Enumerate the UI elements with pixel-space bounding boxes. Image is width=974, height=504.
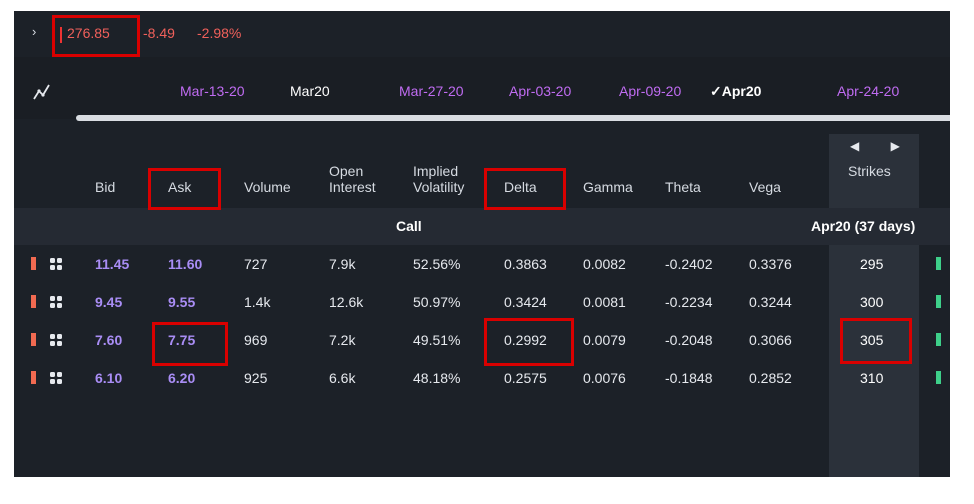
bid-cell[interactable]: 9.45 bbox=[95, 294, 122, 310]
expiry-tab-apr-24-20[interactable]: Apr-24-20 bbox=[837, 83, 899, 99]
header-theta[interactable]: Theta bbox=[665, 179, 701, 195]
header-open-interest-line2[interactable]: Interest bbox=[329, 179, 376, 195]
expiration-selector: Mar-13-20 Mar20 Mar-27-20 Apr-03-20 Apr-… bbox=[14, 57, 950, 119]
ask-cell[interactable]: 6.20 bbox=[168, 370, 195, 386]
grid-dots-icon[interactable] bbox=[49, 371, 63, 385]
theta-cell: -0.2402 bbox=[665, 256, 713, 272]
header-bid[interactable]: Bid bbox=[95, 179, 115, 195]
theta-cell: -0.2234 bbox=[665, 294, 713, 310]
strike-cell: 295 bbox=[860, 256, 884, 272]
expiry-tab-mar20[interactable]: Mar20 bbox=[290, 83, 330, 99]
ask-cell[interactable]: 11.60 bbox=[168, 256, 202, 272]
open-interest-cell: 7.2k bbox=[329, 332, 356, 348]
gamma-cell: 0.0081 bbox=[583, 294, 626, 310]
theta-cell: -0.2048 bbox=[665, 332, 713, 348]
header-iv-line1[interactable]: Implied bbox=[413, 163, 458, 179]
quote-divider bbox=[60, 27, 62, 43]
call-label: Call bbox=[396, 218, 422, 234]
strike-cell: 300 bbox=[860, 294, 884, 310]
iv-cell: 50.97% bbox=[413, 294, 461, 310]
volume-cell: 969 bbox=[244, 332, 268, 348]
buy-indicator[interactable] bbox=[936, 295, 941, 308]
theta-cell: -0.1848 bbox=[665, 370, 713, 386]
volume-cell: 727 bbox=[244, 256, 268, 272]
bid-cell[interactable]: 7.60 bbox=[95, 332, 122, 348]
header-ask[interactable]: Ask bbox=[168, 179, 191, 195]
price-change-percent: -2.98% bbox=[197, 25, 242, 41]
gamma-cell: 0.0082 bbox=[583, 256, 626, 272]
call-section-header: Call Apr20 (37 days) bbox=[14, 208, 950, 245]
header-gamma[interactable]: Gamma bbox=[583, 179, 633, 195]
expiry-scrollbar[interactable] bbox=[76, 115, 950, 121]
bid-cell[interactable]: 11.45 bbox=[95, 256, 129, 272]
column-header-row: Bid Ask Volume Open Interest Implied Vol… bbox=[14, 135, 950, 208]
sell-indicator[interactable] bbox=[31, 333, 36, 346]
grid-dots-icon[interactable] bbox=[49, 257, 63, 271]
iv-cell: 52.56% bbox=[413, 256, 461, 272]
header-iv-line2[interactable]: Volatility bbox=[413, 179, 464, 195]
strike-cell: 310 bbox=[860, 370, 884, 386]
ask-cell[interactable]: 9.55 bbox=[168, 294, 195, 310]
expiry-tab-apr20[interactable]: ✓Apr20 bbox=[710, 83, 761, 100]
buy-indicator[interactable] bbox=[936, 333, 941, 346]
bid-cell[interactable]: 6.10 bbox=[95, 370, 122, 386]
vega-cell: 0.3244 bbox=[749, 294, 792, 310]
grid-dots-icon[interactable] bbox=[49, 333, 63, 347]
price-change: -8.49 bbox=[143, 25, 175, 41]
delta-cell: 0.3863 bbox=[504, 256, 547, 272]
buy-indicator[interactable] bbox=[936, 371, 941, 384]
expand-chevron-icon[interactable]: › bbox=[32, 24, 36, 39]
expiry-tab-apr-03-20[interactable]: Apr-03-20 bbox=[509, 83, 571, 99]
chart-line-icon[interactable] bbox=[32, 83, 52, 101]
vega-cell: 0.3066 bbox=[749, 332, 792, 348]
volume-cell: 1.4k bbox=[244, 294, 271, 310]
iv-cell: 48.18% bbox=[413, 370, 461, 386]
delta-cell: 0.2992 bbox=[504, 332, 547, 348]
table-row[interactable]: 11.45 11.60 727 7.9k 52.56% 0.3863 0.008… bbox=[14, 245, 950, 283]
gamma-cell: 0.0076 bbox=[583, 370, 626, 386]
header-open-interest-line1[interactable]: Open bbox=[329, 163, 363, 179]
expiry-days-label: Apr20 (37 days) bbox=[811, 218, 916, 234]
iv-cell: 49.51% bbox=[413, 332, 461, 348]
header-volume[interactable]: Volume bbox=[244, 179, 291, 195]
ask-cell[interactable]: 7.75 bbox=[168, 332, 195, 348]
quote-bar: › 276.85 -8.49 -2.98% bbox=[14, 11, 950, 57]
table-row[interactable]: 7.60 7.75 969 7.2k 49.51% 0.2992 0.0079 … bbox=[14, 321, 950, 359]
expiry-tab-apr-09-20[interactable]: Apr-09-20 bbox=[619, 83, 681, 99]
last-price: 276.85 bbox=[67, 25, 110, 41]
option-chain-panel: › 276.85 -8.49 -2.98% Mar-13-20 Mar20 Ma… bbox=[14, 11, 950, 477]
open-interest-cell: 12.6k bbox=[329, 294, 364, 310]
buy-indicator[interactable] bbox=[936, 257, 941, 270]
strike-cell: 305 bbox=[860, 332, 884, 348]
gamma-cell: 0.0079 bbox=[583, 332, 626, 348]
sell-indicator[interactable] bbox=[31, 257, 36, 270]
expiry-tab-mar-27-20[interactable]: Mar-27-20 bbox=[399, 83, 464, 99]
open-interest-cell: 6.6k bbox=[329, 370, 356, 386]
sell-indicator[interactable] bbox=[31, 371, 36, 384]
open-interest-cell: 7.9k bbox=[329, 256, 356, 272]
expiry-tab-mar-13-20[interactable]: Mar-13-20 bbox=[180, 83, 245, 99]
delta-cell: 0.3424 bbox=[504, 294, 547, 310]
header-vega[interactable]: Vega bbox=[749, 179, 781, 195]
vega-cell: 0.3376 bbox=[749, 256, 792, 272]
table-row[interactable]: 6.10 6.20 925 6.6k 48.18% 0.2575 0.0076 … bbox=[14, 359, 950, 397]
vega-cell: 0.2852 bbox=[749, 370, 792, 386]
sell-indicator[interactable] bbox=[31, 295, 36, 308]
delta-cell: 0.2575 bbox=[504, 370, 547, 386]
grid-dots-icon[interactable] bbox=[49, 295, 63, 309]
header-delta[interactable]: Delta bbox=[504, 179, 537, 195]
table-row[interactable]: 9.45 9.55 1.4k 12.6k 50.97% 0.3424 0.008… bbox=[14, 283, 950, 321]
volume-cell: 925 bbox=[244, 370, 268, 386]
